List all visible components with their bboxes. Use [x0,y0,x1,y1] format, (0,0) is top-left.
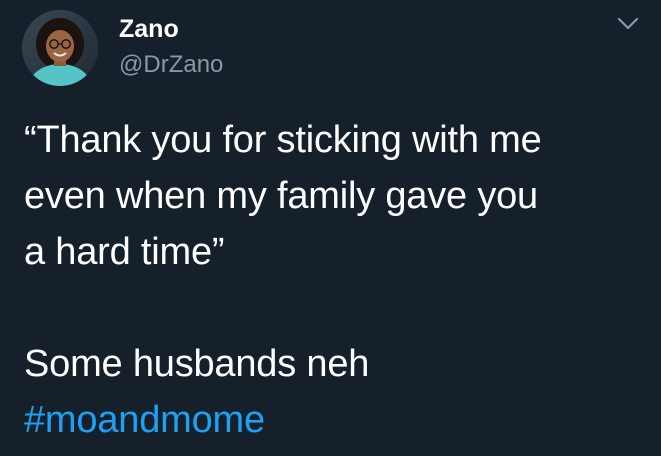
author-name[interactable]: Zano [119,14,179,44]
avatar-photo [22,10,98,86]
tweet-text-line: “Thank you for sticking with me [24,119,542,161]
tweet-text-line: a hard time” [24,231,225,273]
hashtag-link[interactable]: #moandmome [24,392,654,448]
avatar[interactable] [22,10,98,86]
tweet-text-line: even when my family gave you [24,175,538,217]
tweet-text: “Thank you for sticking with me even whe… [24,112,654,448]
author-handle[interactable]: @DrZano [119,50,223,80]
chevron-down-icon[interactable] [616,14,640,34]
tweet-closing-line: Some husbands neh [24,343,370,385]
tweet: Zano @DrZano “Thank you for sticking wit… [0,0,661,456]
